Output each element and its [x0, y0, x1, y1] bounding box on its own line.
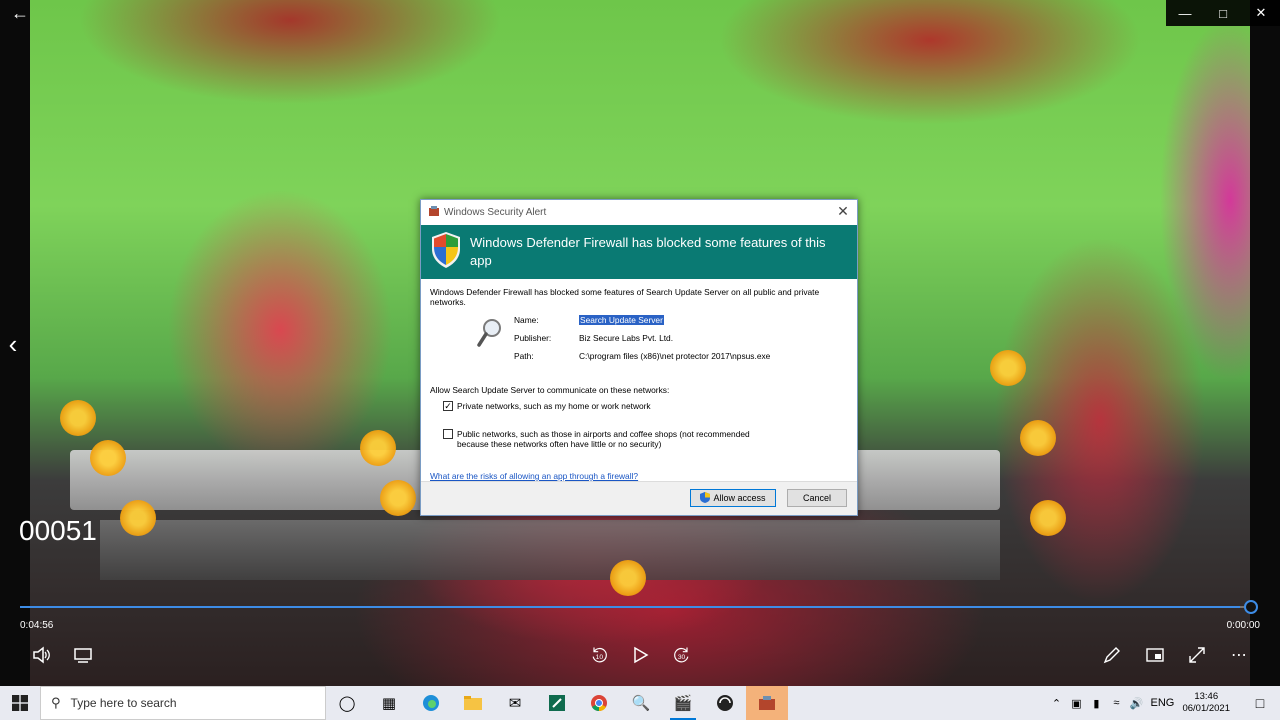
task-view-icon[interactable]: ▦	[368, 686, 410, 720]
info-row-publisher: Publisher: Biz Secure Labs Pvt. Ltd.	[514, 333, 673, 343]
taskbar-search[interactable]: ⚲ Type here to search	[40, 686, 326, 720]
dialog-titlebar[interactable]: Windows Security Alert ✕	[421, 200, 857, 225]
notification-icon[interactable]: □	[1240, 695, 1280, 711]
flower-decoration	[120, 500, 156, 536]
taskbar: ⚲ Type here to search ◯ ▦ ✉ 🔍 🎬 ⌃ ▣ ▮ ≈ …	[0, 686, 1280, 720]
publisher-label: Publisher:	[514, 333, 552, 343]
private-network-option[interactable]: ✓ Private networks, such as my home or w…	[443, 401, 848, 411]
edit-pencil-icon[interactable]	[1101, 644, 1123, 666]
path-value: C:\program files (x86)\net protector 201…	[579, 351, 771, 361]
firewall-risks-link[interactable]: What are the risks of allowing an app th…	[430, 471, 638, 481]
clock-date: 06/01/2021	[1182, 703, 1230, 714]
mini-view-icon[interactable]	[1144, 644, 1166, 666]
time-total: 0:00:00	[1226, 620, 1260, 631]
forward-label: 30	[678, 654, 686, 661]
time-elapsed: 0:04:56	[20, 620, 54, 631]
seek-bar-fill	[20, 606, 1240, 608]
maximize-button[interactable]: □	[1204, 0, 1242, 26]
allow-access-label: Allow access	[713, 493, 766, 503]
rewind-10-icon[interactable]: 10	[587, 644, 611, 666]
battery-icon[interactable]: ▮	[1086, 697, 1106, 710]
magnifier-app-icon[interactable]: 🔍	[620, 686, 662, 720]
public-network-checkbox[interactable]	[443, 429, 453, 439]
allow-prompt: Allow Search Update Server to communicat…	[430, 385, 670, 395]
cancel-label: Cancel	[802, 493, 831, 503]
magnifier-icon	[476, 317, 504, 349]
minimize-button[interactable]: —	[1166, 0, 1204, 26]
more-options-icon[interactable]: ⋯	[1228, 644, 1250, 666]
seek-bar[interactable]	[20, 606, 1252, 608]
subtitles-icon[interactable]	[72, 644, 94, 666]
network-drive-icon[interactable]: ▣	[1066, 697, 1086, 710]
info-row-name: Name: Search Update Server	[514, 315, 664, 325]
name-label: Name:	[514, 315, 539, 325]
system-tray: ⌃ ▣ ▮ ≈ 🔊 ENG 13:46 06/01/2021 □	[1046, 686, 1280, 720]
flower-decoration	[380, 480, 416, 516]
dialog-body: Windows Defender Firewall has blocked so…	[421, 279, 857, 481]
keyboard-scene-2	[100, 520, 1000, 580]
file-explorer-icon[interactable]	[452, 686, 494, 720]
flower-decoration	[1020, 420, 1056, 456]
play-icon[interactable]	[629, 644, 651, 666]
mail-icon[interactable]: ✉	[494, 686, 536, 720]
cortana-icon[interactable]: ◯	[326, 686, 368, 720]
allow-access-button[interactable]: Allow access	[690, 489, 776, 507]
public-network-label: Public networks, such as those in airpor…	[457, 429, 750, 449]
show-hidden-icons-icon[interactable]: ⌃	[1046, 697, 1066, 710]
back-arrow-icon[interactable]: ←	[8, 3, 32, 23]
flower-decoration	[60, 400, 96, 436]
shield-icon	[430, 231, 462, 274]
flower-decoration	[990, 350, 1026, 386]
firewall-app-icon	[428, 204, 440, 222]
search-placeholder: Type here to search	[70, 696, 177, 710]
wifi-icon[interactable]: ≈	[1106, 697, 1126, 709]
public-network-option[interactable]: Public networks, such as those in airpor…	[443, 429, 848, 449]
forward-30-icon[interactable]: 30	[670, 644, 694, 666]
private-network-checkbox[interactable]: ✓	[443, 401, 453, 411]
video-overlay-counter: 00051	[19, 515, 97, 546]
app-icon-green[interactable]	[536, 686, 578, 720]
seek-thumb[interactable]	[1244, 600, 1258, 614]
search-icon: ⚲	[51, 695, 61, 710]
security-alert-dialog: Windows Security Alert ✕ Windows Defende…	[420, 199, 858, 516]
start-button[interactable]	[0, 686, 40, 720]
movies-tv-icon[interactable]: 🎬	[662, 686, 704, 720]
flower-decoration	[90, 440, 126, 476]
dialog-headline: Windows Defender Firewall has blocked so…	[470, 235, 826, 268]
private-network-label: Private networks, such as my home or wor…	[457, 401, 651, 411]
rewind-label: 10	[596, 654, 604, 661]
flower-decoration	[1030, 500, 1066, 536]
chrome-icon[interactable]	[578, 686, 620, 720]
flower-decoration	[360, 430, 396, 466]
fullscreen-icon[interactable]	[1186, 644, 1208, 666]
cancel-button[interactable]: Cancel	[787, 489, 847, 507]
dialog-description: Windows Defender Firewall has blocked so…	[430, 287, 820, 307]
flower-decoration	[610, 560, 646, 596]
previous-chevron-icon[interactable]: ‹	[2, 328, 24, 360]
edge-browser-icon[interactable]	[410, 686, 452, 720]
app-icon-dark-circle[interactable]	[704, 686, 746, 720]
path-label: Path:	[514, 351, 534, 361]
info-row-path: Path: C:\program files (x86)\net protect…	[514, 351, 770, 361]
dialog-title: Windows Security Alert	[444, 207, 547, 218]
dialog-footer: Allow access Cancel	[421, 481, 857, 515]
language-indicator[interactable]: ENG	[1146, 697, 1178, 709]
windows-logo-icon	[12, 695, 28, 711]
clock-time: 13:46	[1194, 691, 1219, 702]
close-window-button[interactable]: ✕	[1242, 0, 1280, 26]
clock[interactable]: 13:46 06/01/2021	[1182, 691, 1230, 715]
dialog-close-icon[interactable]: ✕	[835, 204, 851, 220]
checkmark-icon: ✓	[444, 401, 452, 411]
speaker-icon[interactable]: 🔊	[1126, 697, 1146, 710]
publisher-value: Biz Secure Labs Pvt. Ltd.	[579, 333, 674, 343]
app-info: Name: Search Update Server Publisher: Bi…	[430, 313, 848, 373]
volume-icon[interactable]	[30, 644, 52, 666]
name-value[interactable]: Search Update Server	[579, 315, 664, 325]
firewall-alert-taskbar-icon[interactable]	[746, 686, 788, 720]
uac-shield-icon	[700, 491, 711, 505]
dialog-banner: Windows Defender Firewall has blocked so…	[421, 225, 857, 279]
